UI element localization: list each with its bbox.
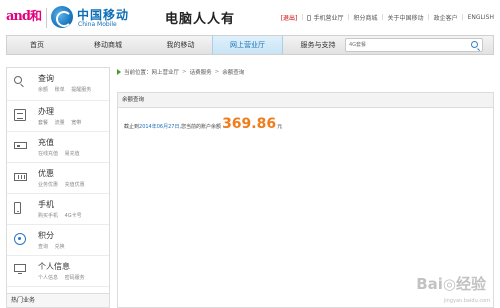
sidebar-sub-link[interactable]: 充值优惠 (65, 182, 85, 188)
breadcrumb-arrow-icon (117, 69, 121, 75)
card-icon (14, 142, 27, 149)
sidebar-sub-links: 余额 账单 提醒服务 (38, 86, 96, 93)
sidebar-item-title: 手机 (38, 200, 54, 209)
search-icon (14, 76, 22, 84)
sidebar-item-title: 积分 (38, 231, 54, 240)
nav-mall[interactable]: 移动商城 (67, 36, 149, 54)
divider: | (347, 14, 350, 21)
monitor-icon (14, 264, 26, 274)
sidebar-sub-link[interactable]: 余额 (38, 87, 48, 93)
sidebar-sub-link[interactable]: 提醒服务 (71, 87, 91, 93)
breadcrumb-separator: > (214, 69, 220, 75)
nav-my-mobile[interactable]: 我的移动 (149, 36, 212, 54)
sidebar: 查询 余额 账单 提醒服务 办理 套餐 流量 宽带 充值 在线充值 易充值 优惠… (6, 67, 110, 308)
sidebar-sub-links: 购买手机 4G卡号 (38, 212, 87, 219)
divider: | (427, 14, 430, 21)
sidebar-sub-link[interactable]: 查询 (38, 244, 48, 250)
sidebar-sub-link[interactable]: 账单 (55, 87, 65, 93)
balance-line: 截止到 2014年06月27日 ,您当前的账户余额 369.86 元 (124, 116, 282, 132)
sidebar-item-title: 办理 (38, 107, 54, 116)
sidebar-sub-link[interactable]: 密码服务 (65, 275, 85, 281)
points-icon (14, 233, 26, 245)
breadcrumb-separator: > (182, 69, 187, 75)
balance-prefix: 截止到 (124, 124, 140, 130)
mobile-hall-link[interactable]: 手机营业厅 (313, 13, 343, 22)
sidebar-sub-links: 业务优惠 充值优惠 (38, 181, 90, 188)
baidu-watermark: Bai◎经验 (416, 275, 486, 293)
sidebar-item-title: 个人信息 (38, 262, 70, 271)
enterprise-link[interactable]: 政企客户 (434, 13, 458, 22)
sidebar-bottom-section[interactable]: 热门业务 (7, 293, 109, 307)
divider: | (461, 14, 464, 21)
panel-title: 余额查询 (118, 93, 493, 108)
and-logo[interactable]: and和 (6, 7, 42, 24)
sidebar-item-discount[interactable]: 优惠 业务优惠 充值优惠 (7, 163, 109, 194)
sidebar-sub-link[interactable]: 套餐 (38, 120, 48, 126)
sidebar-item-title: 充值 (38, 138, 54, 147)
sidebar-sub-link[interactable]: 4G卡号 (65, 213, 82, 219)
sidebar-sub-link[interactable]: 购买手机 (38, 213, 58, 219)
discount-icon (14, 173, 27, 181)
about-link[interactable]: 关于中国移动 (388, 13, 424, 22)
breadcrumb-link[interactable]: 网上营业厅 (152, 68, 180, 76)
sidebar-item-phone[interactable]: 手机 购买手机 4G卡号 (7, 194, 109, 225)
search-icon[interactable] (471, 41, 478, 48)
search-input[interactable] (346, 39, 464, 51)
points-mall-link[interactable]: 积分商城 (353, 13, 377, 22)
phone-icon (14, 202, 21, 214)
balance-amount: 369.86 (222, 116, 277, 132)
english-link[interactable]: ENGLISH (468, 14, 494, 21)
search-box (345, 38, 483, 52)
nav-service-support[interactable]: 服务与支持 (283, 36, 353, 54)
sidebar-item-recharge[interactable]: 充值 在线充值 易充值 (7, 132, 109, 163)
sidebar-sub-link[interactable]: 在线充值 (38, 151, 58, 157)
sidebar-sub-link[interactable]: 宽带 (71, 120, 81, 126)
sidebar-item-points[interactable]: 积分 查询 兑换 (7, 225, 109, 256)
china-mobile-logo-icon[interactable] (51, 6, 73, 28)
divider: | (301, 14, 304, 21)
top-links: [退出] | 手机营业厅 | 积分商城 | 关于中国移动 | 政企客户 | EN… (281, 13, 494, 22)
nav-home[interactable]: 首页 (7, 36, 67, 54)
breadcrumb-prefix: 当前位置： (124, 70, 152, 76)
watermark-title: 电脑人人有 (165, 12, 236, 27)
brand-name-en: China Mobile (78, 21, 117, 28)
baidu-watermark-url: jingyan.baidu.com (443, 298, 490, 304)
sidebar-sub-link[interactable]: 业务优惠 (38, 182, 58, 188)
sidebar-sub-links: 个人信息 密码服务 (38, 274, 90, 281)
sidebar-item-query[interactable]: 查询 余额 账单 提醒服务 (7, 68, 109, 101)
site-header: and和 中国移动 China Mobile 电脑人人有 [退出] | 手机营业… (0, 0, 500, 34)
nav-online-hall[interactable]: 网上营业厅 (212, 36, 283, 54)
exit-link[interactable]: [退出] (281, 13, 298, 22)
divider: | (381, 14, 384, 21)
balance-date: 2014年06月27日 (139, 124, 180, 130)
main-nav: 首页 移动商城 我的移动 网上营业厅 服务与支持 (6, 35, 494, 55)
balance-unit: 元 (277, 124, 283, 130)
phone-icon (307, 14, 312, 21)
sidebar-sub-link[interactable]: 兑换 (55, 244, 65, 250)
breadcrumb-current: 余额查询 (222, 70, 245, 76)
sidebar-sub-links: 套餐 流量 宽带 (38, 119, 86, 126)
logo-divider (46, 8, 47, 28)
document-icon (14, 109, 26, 121)
balance-middle-text: ,您当前的账户余额 (179, 124, 222, 130)
sidebar-sub-link[interactable]: 个人信息 (38, 275, 58, 281)
sidebar-sub-link[interactable]: 流量 (55, 120, 65, 126)
sidebar-sub-links: 查询 兑换 (38, 243, 70, 250)
sidebar-item-title: 查询 (38, 74, 54, 83)
breadcrumb-link[interactable]: 话费服务 (190, 68, 212, 76)
sidebar-item-handle[interactable]: 办理 套餐 流量 宽带 (7, 101, 109, 132)
breadcrumb: 当前位置： 网上营业厅 > 话费服务 > 余额查询 (117, 68, 244, 76)
sidebar-sub-link[interactable]: 易充值 (65, 151, 80, 157)
sidebar-sub-links: 在线充值 易充值 (38, 150, 85, 157)
sidebar-item-title: 优惠 (38, 169, 54, 178)
sidebar-item-personal-info[interactable]: 个人信息 个人信息 密码服务 (7, 256, 109, 287)
